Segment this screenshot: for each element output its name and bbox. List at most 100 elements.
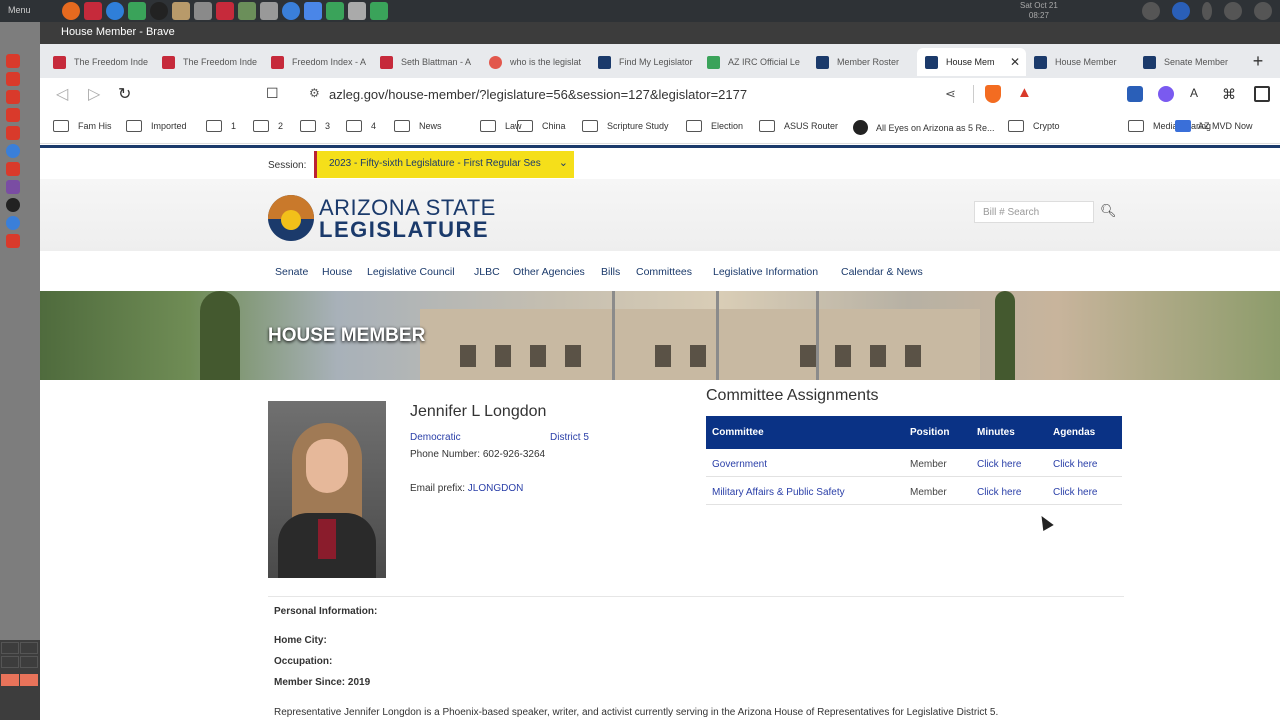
- close-tab-icon[interactable]: ✕: [1010, 55, 1020, 69]
- bookmark-item[interactable]: China: [517, 120, 566, 132]
- party-link[interactable]: Democratic: [410, 432, 461, 443]
- bookmark-item[interactable]: Election: [686, 120, 743, 132]
- bookmark-item[interactable]: Crypto: [1008, 120, 1060, 132]
- app-icon[interactable]: [6, 144, 20, 158]
- app-icon[interactable]: [216, 2, 234, 20]
- app-icon[interactable]: [6, 216, 20, 230]
- obs-icon[interactable]: [6, 198, 20, 212]
- os-menu-button[interactable]: Menu: [8, 5, 31, 15]
- tab[interactable]: Freedom Index - A: [263, 48, 372, 76]
- brave-rewards-icon[interactable]: ▲: [1017, 84, 1032, 101]
- hp-icon[interactable]: [1172, 2, 1190, 20]
- address-bar[interactable]: ⚙ azleg.gov/house-member/?legislature=56…: [295, 79, 1085, 109]
- nav-item[interactable]: Committees: [636, 266, 692, 278]
- bookmark-item[interactable]: Imported: [126, 120, 187, 132]
- brave-icon[interactable]: [6, 234, 20, 248]
- tray-icon[interactable]: [1142, 2, 1160, 20]
- tab[interactable]: Member Roster: [808, 48, 917, 76]
- agendas-link[interactable]: Click here: [1053, 459, 1097, 470]
- nav-item[interactable]: Bills: [601, 266, 620, 278]
- forward-icon[interactable]: ▷: [88, 84, 100, 104]
- tab[interactable]: Seth Blattman - A: [372, 48, 481, 76]
- sidebar-toggle-icon[interactable]: [1254, 86, 1270, 102]
- help-icon[interactable]: [282, 2, 300, 20]
- bookmark-item[interactable]: 3: [300, 120, 330, 132]
- app-icon[interactable]: [238, 2, 256, 20]
- app-icon[interactable]: [6, 180, 20, 194]
- firefox-icon[interactable]: [62, 2, 80, 20]
- extension-icon[interactable]: [1127, 86, 1143, 102]
- bookmark-item[interactable]: AZ MVD Now: [1175, 120, 1253, 132]
- url-text[interactable]: azleg.gov/house-member/?legislature=56&s…: [329, 87, 747, 102]
- nav-item[interactable]: Calendar & News: [841, 266, 923, 278]
- reload-icon[interactable]: ↻: [118, 84, 131, 104]
- bookmark-item[interactable]: 2: [253, 120, 283, 132]
- app-icon[interactable]: [106, 2, 124, 20]
- tab[interactable]: House Member: [1026, 48, 1135, 76]
- nav-item[interactable]: Senate: [275, 266, 308, 278]
- app-icon[interactable]: [128, 2, 146, 20]
- share-icon[interactable]: ⋖: [945, 86, 956, 102]
- tab[interactable]: The Freedom Inde: [154, 48, 263, 76]
- workspace-switcher[interactable]: [0, 640, 40, 720]
- files-icon[interactable]: [172, 2, 190, 20]
- app-icon[interactable]: [194, 2, 212, 20]
- nav-item[interactable]: Legislative Information: [713, 266, 818, 278]
- brave-shields-icon[interactable]: [985, 85, 1001, 103]
- brave-icon[interactable]: [6, 108, 20, 122]
- window-title-bar[interactable]: House Member - Brave: [40, 22, 1280, 44]
- translate-icon[interactable]: A: [1190, 86, 1206, 102]
- tab[interactable]: Find My Legislator: [590, 48, 699, 76]
- brave-icon[interactable]: [6, 90, 20, 104]
- app-icon[interactable]: [260, 2, 278, 20]
- bookmark-item[interactable]: Scripture Study: [582, 120, 669, 132]
- bookmark-item[interactable]: 4: [346, 120, 376, 132]
- bill-search-input[interactable]: Bill # Search: [974, 201, 1094, 223]
- brave-icon[interactable]: [6, 162, 20, 176]
- committee-link[interactable]: Government: [712, 459, 767, 470]
- bookmark-item[interactable]: ASUS Router: [759, 120, 838, 132]
- bookmark-icon[interactable]: ☐: [266, 85, 279, 102]
- email-prefix-link[interactable]: JLONGDON: [468, 483, 524, 494]
- back-icon[interactable]: ◁: [56, 84, 68, 104]
- bookmark-item[interactable]: All Eyes on Arizona as 5 Re...: [853, 120, 995, 135]
- new-tab-button[interactable]: +: [1244, 48, 1272, 76]
- committee-link[interactable]: Military Affairs & Public Safety: [712, 487, 845, 498]
- extension-icon[interactable]: [1158, 86, 1174, 102]
- bookmark-item[interactable]: 1: [206, 120, 236, 132]
- extensions-puzzle-icon[interactable]: ⌘: [1222, 86, 1238, 102]
- nav-item[interactable]: Legislative Council: [367, 266, 455, 278]
- power-icon[interactable]: [1254, 2, 1272, 20]
- district-link[interactable]: District 5: [550, 432, 589, 443]
- app-icon[interactable]: [348, 2, 366, 20]
- brave-icon[interactable]: [6, 54, 20, 68]
- nav-item[interactable]: JLBC: [474, 266, 500, 278]
- obs-icon[interactable]: [150, 2, 168, 20]
- brave-icon[interactable]: [6, 126, 20, 140]
- bookmark-item[interactable]: Fam His: [53, 120, 112, 132]
- nav-item[interactable]: Other Agencies: [513, 266, 585, 278]
- spreadsheet-icon[interactable]: [326, 2, 344, 20]
- tab[interactable]: The Freedom Inde: [45, 48, 154, 76]
- tab[interactable]: House Mem ✕: [917, 48, 1026, 76]
- os-clock[interactable]: Sat Oct 21 08:27: [1020, 1, 1058, 21]
- calc-icon[interactable]: [370, 2, 388, 20]
- site-logo[interactable]: ARIZONA STATE LEGISLATURE: [268, 194, 518, 244]
- tray-icon[interactable]: [1224, 2, 1242, 20]
- tab[interactable]: Senate Member: [1135, 48, 1244, 76]
- tab[interactable]: AZ IRC Official Le: [699, 48, 808, 76]
- bluetooth-icon[interactable]: [1202, 2, 1212, 20]
- app-icon[interactable]: [84, 2, 102, 20]
- minutes-link[interactable]: Click here: [977, 487, 1021, 498]
- site-info-icon[interactable]: ⚙: [309, 86, 320, 100]
- nav-item[interactable]: House: [322, 266, 352, 278]
- tab[interactable]: who is the legislat: [481, 48, 590, 76]
- bookmark-item[interactable]: Law: [480, 120, 522, 132]
- agendas-link[interactable]: Click here: [1053, 487, 1097, 498]
- session-select[interactable]: 2023 - Fifty-sixth Legislature - First R…: [314, 151, 574, 178]
- minutes-link[interactable]: Click here: [977, 459, 1021, 470]
- document-icon[interactable]: [304, 2, 322, 20]
- search-icon[interactable]: 🔍︎: [1100, 203, 1117, 219]
- bookmark-item[interactable]: News: [394, 120, 442, 132]
- brave-icon[interactable]: [6, 72, 20, 86]
